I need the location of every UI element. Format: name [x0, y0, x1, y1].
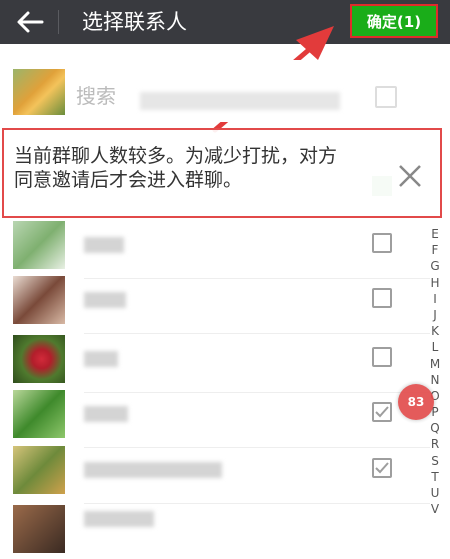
index-letter[interactable]: J: [425, 307, 445, 323]
floating-badge[interactable]: 83: [398, 384, 434, 420]
index-letter[interactable]: F: [425, 242, 445, 258]
contact-checkbox[interactable]: [372, 458, 392, 478]
contact-checkbox[interactable]: [372, 233, 392, 253]
index-letter[interactable]: T: [425, 469, 445, 485]
contact-checkbox[interactable]: [372, 288, 392, 308]
contact-name: [84, 406, 128, 422]
contact-name: [84, 511, 154, 527]
contact-checkbox[interactable]: [372, 402, 392, 422]
contact-row[interactable]: [0, 221, 430, 279]
group-checkbox: [375, 86, 397, 108]
avatar: [13, 276, 65, 324]
row-divider: [84, 333, 430, 334]
index-letter[interactable]: H: [425, 275, 445, 291]
search-input[interactable]: 搜索: [76, 80, 116, 109]
index-letter[interactable]: U: [425, 485, 445, 501]
avatar: [13, 221, 65, 269]
contact-row[interactable]: [0, 446, 430, 504]
index-letter[interactable]: M: [425, 356, 445, 372]
index-letter[interactable]: R: [425, 436, 445, 452]
group-avatar: [13, 69, 65, 115]
contact-row[interactable]: [0, 335, 430, 393]
contact-name: [84, 351, 118, 367]
avatar: [13, 505, 65, 553]
close-icon[interactable]: [397, 163, 423, 189]
index-letter[interactable]: G: [425, 258, 445, 274]
group-name-blurred: [140, 92, 340, 110]
avatar: [13, 335, 65, 383]
contact-name: [84, 237, 124, 253]
index-letter[interactable]: E: [425, 226, 445, 242]
index-letter[interactable]: K: [425, 323, 445, 339]
index-letter[interactable]: S: [425, 453, 445, 469]
row-divider: [84, 503, 430, 504]
contact-row[interactable]: [0, 276, 430, 334]
index-letter[interactable]: L: [425, 339, 445, 355]
index-letter[interactable]: I: [425, 291, 445, 307]
index-letter[interactable]: V: [425, 501, 445, 517]
contact-name: [84, 292, 126, 308]
avatar: [13, 390, 65, 438]
contact-name: [84, 462, 222, 478]
index-letter[interactable]: N: [425, 372, 445, 388]
alphabet-index[interactable]: E F G H I J K L M N O P Q R S T U V: [425, 226, 445, 517]
contact-row[interactable]: [0, 505, 430, 559]
index-letter[interactable]: Q: [425, 420, 445, 436]
notice-text: 当前群聊人数较多。为减少打扰，对方同意邀请后才会进入群聊。: [14, 145, 338, 191]
contact-checkbox[interactable]: [372, 347, 392, 367]
contact-row[interactable]: [0, 390, 430, 448]
avatar: [13, 446, 65, 494]
group-notice: 当前群聊人数较多。为减少打扰，对方同意邀请后才会进入群聊。: [2, 128, 442, 218]
